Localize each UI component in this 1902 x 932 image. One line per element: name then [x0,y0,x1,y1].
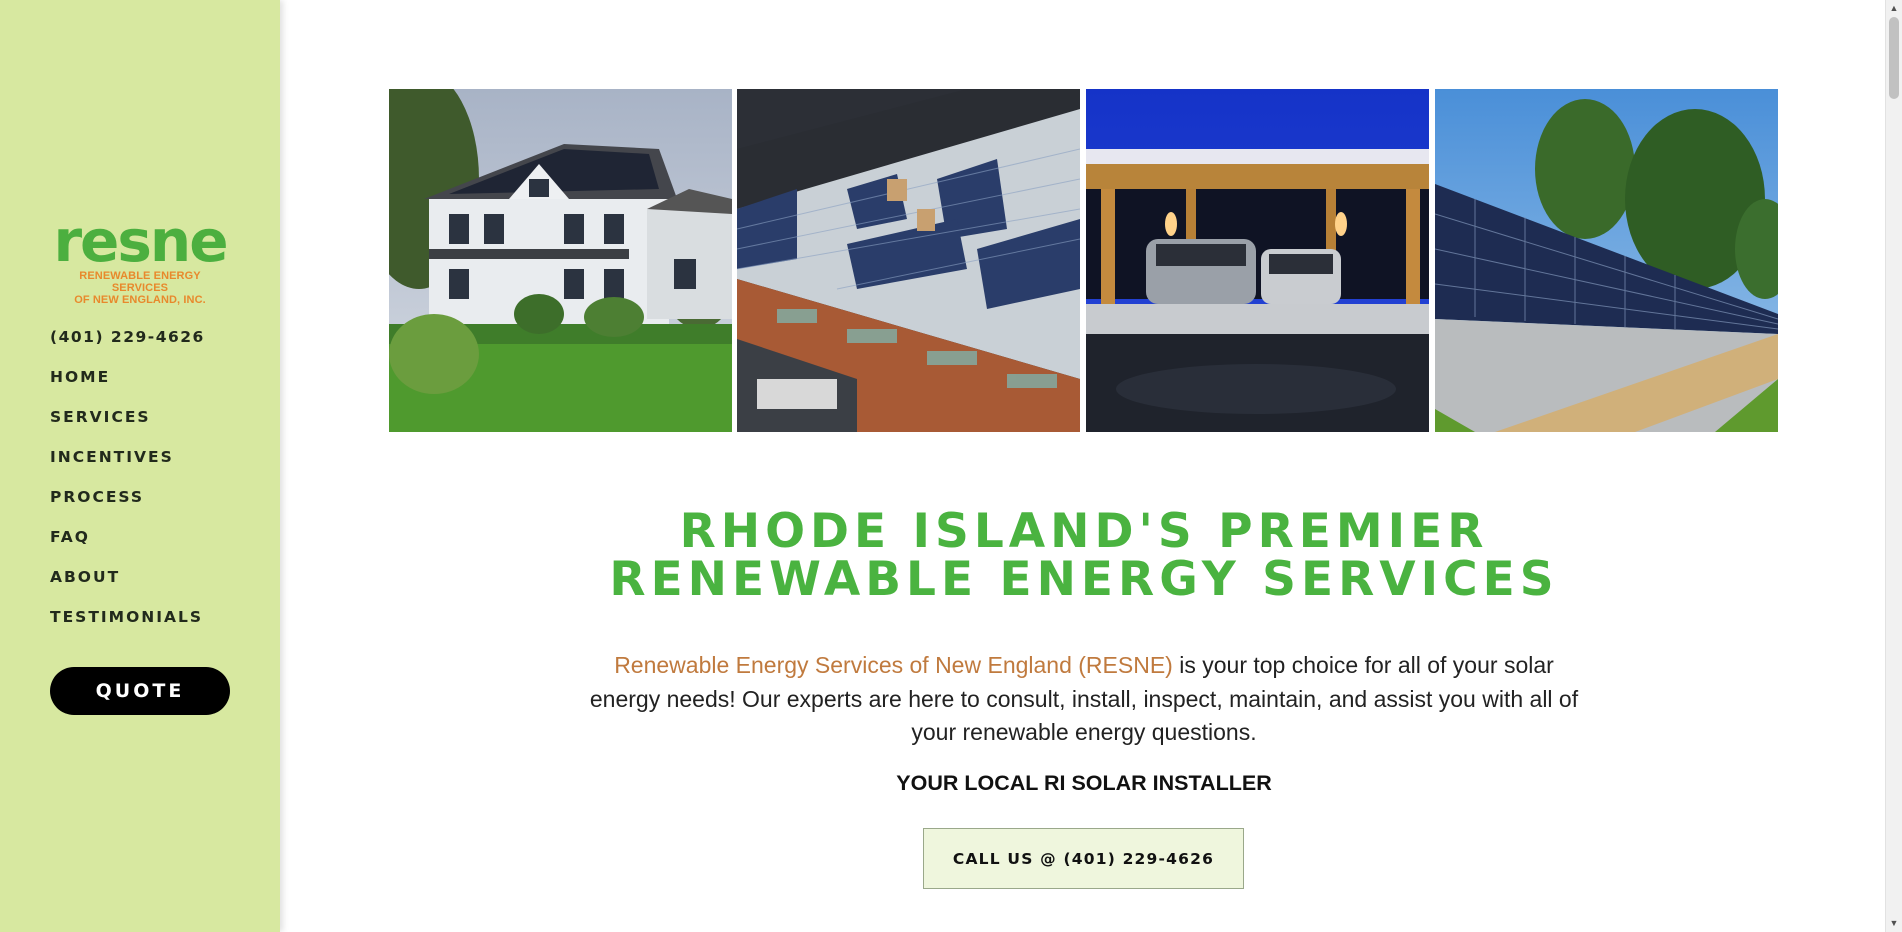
gallery-photo-commercial-roof[interactable] [737,89,1080,432]
nav-phone-link[interactable]: (401) 229-4626 [50,325,205,365]
resne-logo[interactable]: resne RENEWABLE ENERGY SERVICES OF NEW E… [50,207,230,306]
nav-item-process[interactable]: PROCESS [50,485,205,525]
nav-item-home[interactable]: HOME [50,365,205,405]
intro-paragraph: Renewable Energy Services of New England… [578,649,1590,750]
quote-button[interactable]: QUOTE [50,667,230,715]
commercial-roof-image [737,89,1080,432]
resne-brand-link[interactable]: Renewable Energy Services of New England… [614,652,1173,678]
headline-line1: RHODE ISLAND'S PREMIER [679,504,1489,559]
gallery-photo-ground-array[interactable] [1435,89,1778,432]
page-headline: RHODE ISLAND'S PREMIER RENEWABLE ENERGY … [400,508,1768,604]
nav-item-services[interactable]: SERVICES [50,405,205,445]
logo-wordmark: resne [53,207,228,275]
scroll-up-arrow-icon[interactable]: ▲ [1886,0,1902,17]
gallery-photo-carport[interactable] [1086,89,1429,432]
photo-gallery [389,89,1779,432]
nav-item-incentives[interactable]: INCENTIVES [50,445,205,485]
ground-array-image [1435,89,1778,432]
nav-item-faq[interactable]: FAQ [50,525,205,565]
sidebar: resne RENEWABLE ENERGY SERVICES OF NEW E… [0,0,280,932]
nav-item-about[interactable]: ABOUT [50,565,205,605]
logo-subtitle: RENEWABLE ENERGY SERVICES OF NEW ENGLAND… [50,270,230,306]
call-us-button[interactable]: CALL US @ (401) 229-4626 [923,828,1244,889]
scroll-down-arrow-icon[interactable]: ▼ [1886,915,1902,932]
main-nav: (401) 229-4626 HOME SERVICES INCENTIVES … [50,325,205,645]
nav-item-testimonials[interactable]: TESTIMONIALS [50,605,205,645]
local-installer-heading: YOUR LOCAL RI SOLAR INSTALLER [896,771,1272,795]
headline-line2: RENEWABLE ENERGY SERVICES [609,552,1559,607]
gallery-photo-house[interactable] [389,89,732,432]
scrollbar-thumb[interactable] [1889,17,1899,99]
house-photo-image [389,89,732,432]
page-scrollbar[interactable]: ▲ ▼ [1885,0,1902,932]
carport-image [1086,89,1429,432]
logo-subtitle-line2: OF NEW ENGLAND, INC. [74,294,206,306]
